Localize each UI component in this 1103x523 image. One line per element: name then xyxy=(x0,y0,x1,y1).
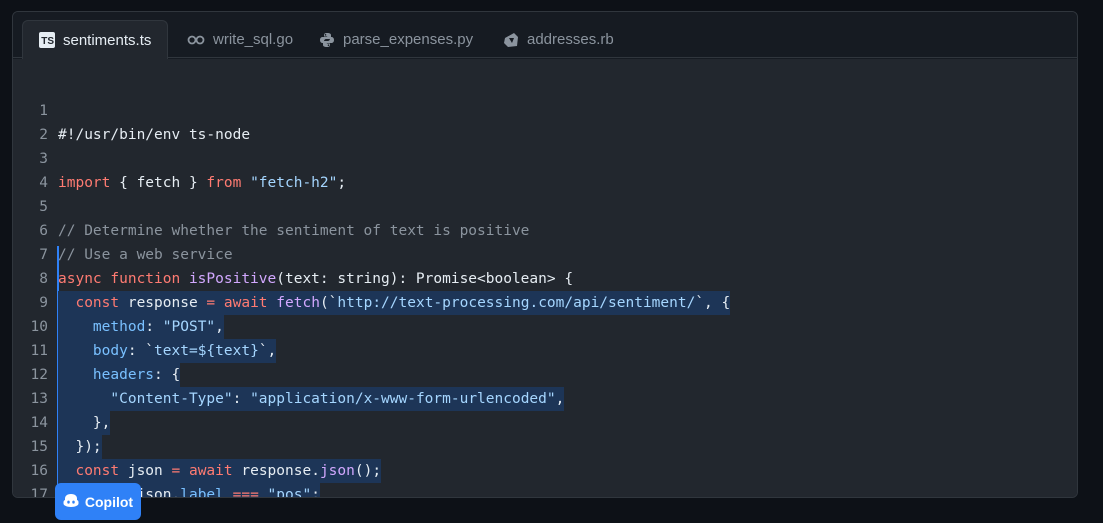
code-line: 10 body: `text=${text}`, xyxy=(13,291,277,363)
code-line: 11 headers: { xyxy=(13,315,181,387)
token: ; xyxy=(311,487,320,498)
property: body xyxy=(58,343,128,359)
ruby-icon xyxy=(503,32,519,48)
string: text=${text} xyxy=(154,343,259,359)
tab-sentiments-ts[interactable]: TS sentiments.ts xyxy=(22,20,169,59)
token: (` xyxy=(319,295,338,311)
token: `, xyxy=(258,343,277,359)
copilot-icon xyxy=(63,493,79,511)
function-name: isPositive xyxy=(180,271,277,287)
code-line: 7 async function isPositive(text: string… xyxy=(13,219,573,287)
string: "application/x-www-form-urlencoded" xyxy=(250,391,556,407)
string: "POST" xyxy=(162,319,216,335)
property: headers xyxy=(58,367,155,383)
code-line: 17 } xyxy=(13,459,65,497)
tab-label: sentiments.ts xyxy=(63,31,152,49)
tab-label: parse_expenses.py xyxy=(343,31,474,48)
tab-label: addresses.rb xyxy=(527,31,614,48)
keyword: const xyxy=(58,463,120,479)
token: , xyxy=(555,391,565,407)
keyword: from xyxy=(206,175,242,191)
tab-parse-expenses-py[interactable]: parse_expenses.py xyxy=(303,20,489,59)
token: json xyxy=(119,463,172,479)
ts-icon-text: TS xyxy=(39,32,55,48)
line-text: body: `text=${text}`, xyxy=(58,339,277,363)
code-line: 8 const response = await fetch(`http://t… xyxy=(13,243,731,315)
comment: // Determine whether the sentiment of te… xyxy=(58,223,530,239)
typescript-icon: TS xyxy=(39,32,55,48)
code-line: 14 }); xyxy=(13,387,102,459)
token: `, { xyxy=(695,295,731,311)
operator: === xyxy=(223,487,259,498)
token: : xyxy=(232,391,251,407)
shebang: #!/usr/bin/env ts-node xyxy=(58,127,251,143)
line-text: import { fetch } from "fetch-h2"; xyxy=(58,171,346,195)
token: ; xyxy=(337,175,347,191)
operator: = xyxy=(171,463,181,479)
token: (text: string): Promise<boolean> { xyxy=(276,271,574,287)
line-text: #!/usr/bin/env ts-node xyxy=(58,123,250,147)
code-line: 6 // Use a web service xyxy=(13,195,232,263)
property: label xyxy=(180,487,224,498)
comment: // Use a web service xyxy=(58,247,233,263)
code-line: 5 // Determine whether the sentiment of … xyxy=(13,171,529,239)
code-line: 9 method: "POST", xyxy=(13,267,224,339)
string: "pos" xyxy=(258,487,312,498)
line-text: method: "POST", xyxy=(58,315,224,339)
function-name: fetch xyxy=(267,295,320,311)
tab-label: write_sql.go xyxy=(213,31,294,48)
keyword: const xyxy=(58,295,120,311)
operator: = xyxy=(206,295,216,311)
line-text: const json = await response.json(); xyxy=(58,459,382,483)
keyword: async function xyxy=(58,271,181,287)
string: "Content-Type" xyxy=(58,391,233,407)
token: response. xyxy=(232,463,320,479)
keyword: await xyxy=(215,295,268,311)
token: : xyxy=(145,319,163,335)
code-line: 12 "Content-Type": "application/x-www-fo… xyxy=(13,339,565,411)
line-text: }, xyxy=(58,411,111,435)
code-area[interactable]: 1 #!/usr/bin/env ts-node 2 3 import { fe… xyxy=(13,59,1077,497)
code-line: 13 }, xyxy=(13,363,111,435)
tab-write-sql-go[interactable]: write_sql.go xyxy=(171,20,309,59)
property: method xyxy=(58,319,146,335)
tab-bar: TS sentiments.ts write_sql.go parse_expe… xyxy=(13,12,1077,59)
code-line: 4 xyxy=(13,147,65,191)
string: http://text-processing.com/api/sentiment… xyxy=(337,295,696,311)
token: , xyxy=(215,319,224,335)
code-line: 2 xyxy=(13,99,65,143)
token: : ` xyxy=(127,343,155,359)
python-icon xyxy=(319,32,335,48)
token: response xyxy=(119,295,207,311)
line-text: headers: { xyxy=(58,363,181,387)
code-line: 3 import { fetch } from "fetch-h2"; xyxy=(13,123,346,191)
tab-addresses-rb[interactable]: addresses.rb xyxy=(487,20,630,59)
line-text: "Content-Type": "application/x-www-form-… xyxy=(58,387,565,411)
copilot-button[interactable]: Copilot xyxy=(55,483,141,520)
line-text: async function isPositive(text: string):… xyxy=(58,267,573,291)
token: (); xyxy=(354,463,382,479)
keyword: await xyxy=(180,463,233,479)
code-editor: TS sentiments.ts write_sql.go parse_expe… xyxy=(12,11,1078,498)
token: { fetch } xyxy=(110,175,207,191)
go-icon xyxy=(187,35,205,45)
code-line: 1 #!/usr/bin/env ts-node xyxy=(13,75,250,143)
string: "fetch-h2" xyxy=(241,175,338,191)
token: : { xyxy=(154,367,181,383)
code-line: 15 const json = await response.json(); xyxy=(13,411,382,483)
line-number: 17 xyxy=(30,487,48,498)
code-line: 16 return json.label === "pos"; xyxy=(13,435,320,497)
keyword: import xyxy=(58,175,111,191)
function-name: json xyxy=(319,463,355,479)
line-text: const response = await fetch(`http://tex… xyxy=(58,291,731,315)
copilot-label: Copilot xyxy=(84,493,134,510)
